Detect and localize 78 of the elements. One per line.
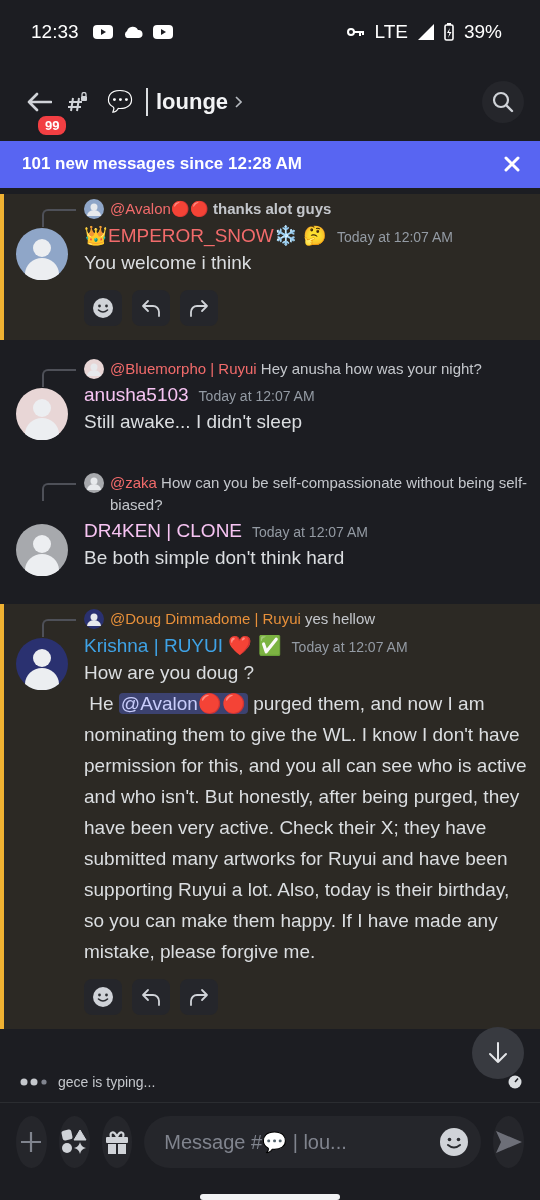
reply-line	[42, 619, 76, 638]
video-app-icon	[92, 24, 113, 39]
timestamp: Today at 12:07 AM	[198, 388, 315, 405]
reply-preview[interactable]: @Avalon🔴🔴 thanks alot guys	[110, 198, 332, 221]
avatar	[84, 473, 104, 494]
search-button[interactable]	[482, 81, 524, 123]
add-reaction-button[interactable]	[84, 979, 122, 1016]
signal-icon	[417, 23, 434, 40]
avatar[interactable]	[16, 638, 68, 691]
message-input[interactable]: Message #💬 | lou...	[162, 1129, 432, 1155]
channel-title[interactable]: 💬 lounge	[102, 88, 468, 116]
timestamp: Today at 12:07 AM	[337, 229, 453, 246]
add-reaction-button[interactable]	[84, 290, 122, 327]
avatar	[84, 199, 104, 220]
reply-preview[interactable]: @Doug Dimmadome | Ruyui yes hellow	[110, 608, 376, 631]
video-app-icon	[152, 24, 173, 39]
search-icon	[492, 91, 514, 113]
username[interactable]: DR4KEN | CLONE	[84, 520, 243, 543]
reply-arrow-icon	[141, 987, 161, 1008]
forward-arrow-icon	[189, 298, 209, 319]
avatar[interactable]	[16, 228, 68, 281]
reply-author[interactable]: @zaka	[110, 474, 157, 492]
reply-author[interactable]: @Avalon🔴🔴	[110, 200, 209, 218]
battery-icon	[443, 22, 454, 41]
smiley-icon	[92, 986, 114, 1009]
reply-author[interactable]: @Bluemorpho | Ruyui	[110, 360, 257, 378]
reply-line	[42, 209, 76, 228]
forward-button[interactable]	[180, 290, 218, 327]
message-text: How are you doug ? He @Avalon🔴🔴 purged them, and now I am nominating them to give the WL. I know I don't have permission for this, and you all can see who is active and who isn't. But honestly, after being purged, they have been very active. Check their X; they have submitted many artworks for Ruyui and have been supporting Ruyui a lot. Also, today is their birthday, so you can make them happy. If I have made any mistake, please forgive me.	[84, 661, 528, 965]
send-icon	[494, 1130, 523, 1155]
clock-time: 12:33	[31, 20, 79, 43]
reply-author[interactable]: @Doug Dimmadome | Ruyui	[110, 610, 301, 628]
jump-to-bottom-button[interactable]	[472, 1027, 524, 1079]
message-field[interactable]: Message #💬 | lou...	[144, 1116, 482, 1169]
message-text: Be both simple don't think hard	[84, 546, 346, 571]
forward-button[interactable]	[180, 979, 218, 1016]
back-arrow-icon	[26, 92, 52, 112]
mention-link[interactable]: @Avalon🔴🔴	[118, 693, 248, 715]
plus-icon	[19, 1130, 44, 1155]
typing-indicator: gece is typing...	[58, 1074, 157, 1090]
chevron-right-icon	[234, 96, 243, 108]
new-messages-banner[interactable]: 101 new messages since 12:28 AM	[0, 140, 540, 189]
gift-icon	[103, 1129, 130, 1156]
message-text: Still awake... I didn't sleep	[84, 410, 304, 435]
reply-button[interactable]	[132, 290, 170, 327]
reply-arrow-icon	[141, 298, 161, 319]
timestamp: Today at 12:07 AM	[291, 639, 408, 656]
cloud-icon	[122, 25, 143, 38]
emoji-icon[interactable]	[439, 1127, 470, 1158]
message-text: You welcome i think	[84, 251, 253, 276]
channel-name: lounge	[156, 89, 229, 115]
network-label: LTE	[374, 20, 408, 43]
reply-preview[interactable]: @Bluemorpho | Ruyui Hey anusha how was your night?	[110, 358, 482, 381]
battery-percent: 39%	[463, 20, 502, 43]
reply-button[interactable]	[132, 979, 170, 1016]
locked-channel-icon	[68, 92, 88, 112]
timestamp: Today at 12:07 AM	[252, 524, 368, 541]
shapes-icon	[61, 1129, 88, 1156]
username[interactable]: anusha5103	[84, 384, 189, 407]
reply-line	[42, 483, 76, 502]
timer-icon	[508, 1075, 522, 1089]
reply-preview[interactable]: @zaka How can you be self-compassionate without being self-biased?	[110, 472, 532, 517]
typing-dots-icon	[20, 1078, 48, 1086]
avatar	[84, 609, 104, 630]
avatar[interactable]	[16, 388, 68, 441]
down-arrow-icon	[487, 1041, 509, 1065]
close-icon[interactable]	[504, 156, 520, 173]
avatar[interactable]	[16, 524, 68, 577]
forward-arrow-icon	[189, 987, 209, 1008]
avatar	[84, 359, 104, 380]
smiley-icon	[92, 297, 114, 320]
key-icon	[346, 26, 365, 37]
unread-count-badge: 99	[36, 114, 69, 137]
reply-line	[42, 369, 76, 388]
username[interactable]: 👑EMPEROR_SNOW❄ 🤔	[84, 224, 328, 248]
username[interactable]: Krishna | RUYUI ❤ ✅	[84, 634, 282, 658]
channel-emoji: 💬	[102, 88, 138, 116]
banner-text: 101 new messages since 12:28 AM	[22, 154, 303, 175]
